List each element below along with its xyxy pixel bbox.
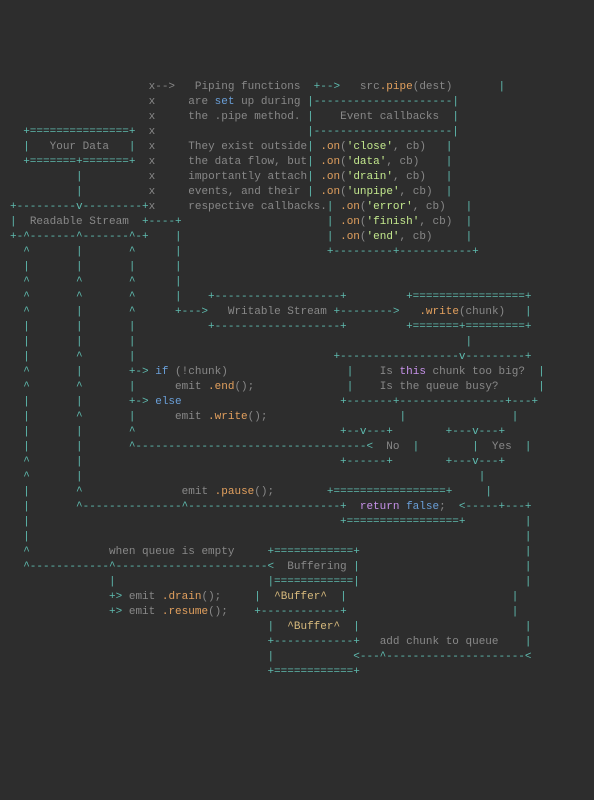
piping-l7: events, and their xyxy=(188,186,300,198)
on-unpipe: .on('unpipe', cb) xyxy=(320,186,432,198)
write-call: .write(chunk) xyxy=(419,306,505,318)
emit-end: emit .end(); xyxy=(175,381,254,393)
kw-else: else xyxy=(155,396,181,408)
q-chunk-big: Is this chunk too big? xyxy=(380,366,525,378)
q-queue-busy: Is the queue busy? xyxy=(380,381,499,393)
emit-write: emit .write(); xyxy=(175,411,267,423)
writable-stream-box: Writable Stream xyxy=(228,306,327,318)
piping-l2: are set up during xyxy=(188,96,300,108)
piping-l6: importantly attach xyxy=(188,171,307,183)
piping-l8: respective callbacks. xyxy=(188,201,327,213)
ascii-diagram: x--> Piping functions +--> src.pipe(dest… xyxy=(10,80,584,680)
add-chunk-queue: add chunk to queue xyxy=(380,636,499,648)
on-data: .on('data', cb) xyxy=(320,156,419,168)
kw-if: if xyxy=(155,366,168,378)
when-queue-empty: when queue is empty xyxy=(109,546,234,558)
emit-drain: emit .drain(); xyxy=(129,591,221,603)
on-error: .on('error', cb) xyxy=(340,201,446,213)
readable-stream-box: Readable Stream xyxy=(30,216,129,228)
buffer-slot-1: ^Buffer^ xyxy=(274,591,327,603)
on-finish: .on('finish', cb) xyxy=(340,216,452,228)
on-close: .on('close', cb) xyxy=(320,141,426,153)
on-drain: .on('drain', cb) xyxy=(320,171,426,183)
buffering-box: Buffering xyxy=(287,561,346,573)
src-pipe-call: src.pipe(dest) xyxy=(360,81,452,93)
buffer-slot-2: ^Buffer^ xyxy=(287,621,340,633)
emit-resume: emit .resume(); xyxy=(129,606,228,618)
return-false: return false; xyxy=(360,501,446,513)
piping-l1: Piping functions xyxy=(195,81,301,93)
piping-l3: the .pipe method. xyxy=(188,111,300,123)
yes-box: Yes xyxy=(492,441,512,453)
on-end: .on('end', cb) xyxy=(340,231,432,243)
no-box: No xyxy=(386,441,399,453)
your-data-box: Your Data xyxy=(50,141,109,153)
piping-l4: They exist outside xyxy=(188,141,307,153)
event-callbacks-header: Event callbacks xyxy=(340,111,439,123)
piping-l5: the data flow, but xyxy=(188,156,307,168)
emit-pause: emit .pause(); xyxy=(182,486,274,498)
